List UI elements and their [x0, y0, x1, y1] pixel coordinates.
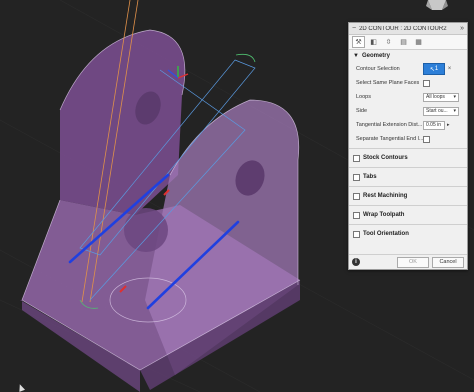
- side-row: Side Start ou... ▾: [349, 104, 467, 118]
- collapse-arrow-icon: ▼: [353, 53, 359, 59]
- tool-orientation-checkbox[interactable]: [353, 230, 360, 238]
- contour-selection-row: Contour Selection ↖ 1 ×: [349, 62, 467, 76]
- tangential-extension-row: Tangential Extension Dist... 0.05 in ▸: [349, 118, 467, 132]
- shape-tab-icon[interactable]: ◧: [367, 36, 380, 48]
- panel-footer: i OK Cancel: [349, 254, 467, 269]
- ok-button[interactable]: OK: [397, 256, 429, 268]
- chevron-down-icon: ▾: [453, 94, 456, 100]
- selection-count: 1: [434, 66, 439, 72]
- view-cube-icon[interactable]: [424, 0, 450, 12]
- 2d-contour-panel: − 2D CONTOUR : 2D CONTOUR2 » ⚒ ◧ ⇳ ▤ ▦ ▼…: [348, 22, 468, 270]
- section-rest-machining[interactable]: Rest Machining: [349, 186, 467, 205]
- wrap-toolpath-checkbox[interactable]: [353, 211, 360, 219]
- same-plane-row: Select Same Plane Faces: [349, 76, 467, 90]
- info-icon[interactable]: i: [352, 258, 360, 266]
- linking-tab-icon[interactable]: ▦: [412, 36, 425, 48]
- side-label: Side: [356, 108, 368, 114]
- chevron-down-icon: ▾: [453, 108, 456, 114]
- loops-label: Loops: [356, 94, 371, 100]
- tangential-extension-label: Tangential Extension Dist...: [356, 122, 423, 128]
- geometry-section-header[interactable]: ▼ Geometry: [349, 50, 467, 62]
- loops-dropdown[interactable]: All loops ▾: [423, 92, 459, 102]
- expand-icon[interactable]: »: [460, 25, 464, 32]
- separate-tangential-label: Separate Tangential End l...: [356, 136, 423, 142]
- rest-machining-label: Rest Machining: [363, 193, 408, 199]
- side-value: Start ou...: [426, 108, 448, 114]
- section-tabs[interactable]: Tabs: [349, 167, 467, 186]
- geometry-label: Geometry: [361, 53, 390, 59]
- clear-selection-button[interactable]: ×: [445, 66, 454, 72]
- section-stock-contours[interactable]: Stock Contours: [349, 148, 467, 167]
- passes-tab-icon[interactable]: ▤: [397, 36, 410, 48]
- panel-titlebar[interactable]: − 2D CONTOUR : 2D CONTOUR2 »: [349, 23, 467, 35]
- spinner-icon[interactable]: ▸: [447, 122, 450, 128]
- stock-contours-label: Stock Contours: [363, 155, 408, 161]
- loops-value: All loops: [426, 94, 445, 100]
- section-tool-orientation[interactable]: Tool Orientation: [349, 224, 467, 243]
- cancel-button[interactable]: Cancel: [432, 256, 464, 268]
- panel-title: 2D CONTOUR : 2D CONTOUR2: [359, 25, 447, 32]
- section-wrap-toolpath[interactable]: Wrap Toolpath: [349, 205, 467, 224]
- side-dropdown[interactable]: Start ou... ▾: [423, 106, 459, 116]
- loops-row: Loops All loops ▾: [349, 90, 467, 104]
- separate-tangential-row: Separate Tangential End l...: [349, 132, 467, 146]
- same-plane-label: Select Same Plane Faces: [356, 80, 420, 86]
- tangential-extension-input[interactable]: 0.05 in: [423, 120, 445, 130]
- heights-tab-icon[interactable]: ⇳: [382, 36, 395, 48]
- contour-selection-label: Contour Selection: [356, 66, 400, 72]
- tool-tab-icon[interactable]: ⚒: [352, 36, 365, 48]
- separate-tangential-checkbox[interactable]: [423, 135, 430, 143]
- same-plane-checkbox[interactable]: [423, 79, 430, 87]
- tool-orientation-label: Tool Orientation: [363, 231, 409, 237]
- tabs-label: Tabs: [363, 174, 377, 180]
- wrap-toolpath-label: Wrap Toolpath: [363, 212, 405, 218]
- contour-selection-button[interactable]: ↖ 1: [423, 63, 445, 75]
- tabs-checkbox[interactable]: [353, 173, 360, 181]
- stock-contours-checkbox[interactable]: [353, 154, 360, 162]
- rest-machining-checkbox[interactable]: [353, 192, 360, 200]
- panel-tabs: ⚒ ◧ ⇳ ▤ ▦: [349, 35, 467, 50]
- minus-icon[interactable]: −: [352, 25, 356, 32]
